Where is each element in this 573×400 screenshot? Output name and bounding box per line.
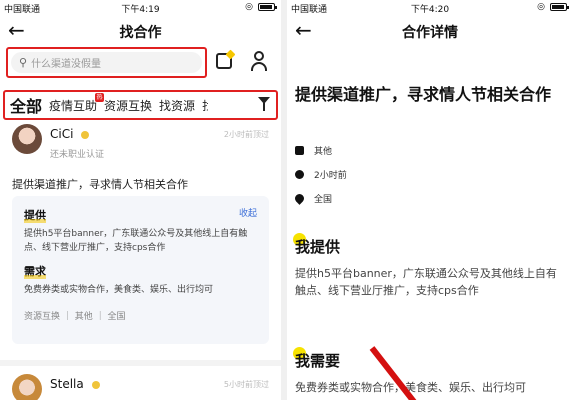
offer-text: 提供h5平台banner，广东联通公众号及其他线上自有触点、线下营业厅推广，支持… <box>24 229 248 253</box>
right-screen: 中国联通 下午4:20 ◎ ← 合作详情 提供渠道推广，寻求情人节相关合作 其他… <box>287 0 573 400</box>
divider <box>0 360 281 366</box>
rotation-lock-icon: ◎ <box>245 2 253 12</box>
list-item[interactable]: Stella 5小时前顶过 <box>0 372 281 400</box>
need-heading: 我需要 <box>293 347 340 371</box>
tab-epidemic-help[interactable]: 疫情互助热 <box>49 92 105 114</box>
user-name: Stella <box>50 377 100 391</box>
post-title: 提供渠道推广，寻求情人节相关合作 <box>12 178 188 191</box>
post-card: 提供 收起 提供h5平台banner，广东联通公众号及其他线上自有触点、线下营业… <box>12 196 269 344</box>
tab-epidemic-help-label: 疫情互助 <box>49 98 98 113</box>
battery-icon <box>550 3 569 11</box>
search-input[interactable]: ⚲ 什么渠道没假量 <box>11 52 202 73</box>
tab-more[interactable]: 找 <box>202 97 208 114</box>
detail-title: 提供渠道推广，寻求情人节相关合作 <box>295 85 552 104</box>
need-text: 免费券类或实物合作，美食类、娱乐、出行均可 <box>24 285 214 295</box>
gold-badge-icon <box>81 130 90 139</box>
need-heading: 需求 <box>24 265 46 279</box>
publish-edit-icon[interactable] <box>216 53 232 69</box>
page-title: 合作详情 <box>402 25 458 41</box>
gold-badge-icon <box>91 380 100 389</box>
hot-badge: 热 <box>95 92 105 102</box>
meta-type: 其他 <box>295 144 332 157</box>
tab-resource-exchange[interactable]: 资源互换 <box>104 97 152 114</box>
offer-heading: 我提供 <box>293 233 340 257</box>
avatar <box>12 374 42 400</box>
tab-find-resource[interactable]: 找资源 <box>159 97 195 114</box>
search-highlight-box: ⚲ 什么渠道没假量 <box>6 47 207 78</box>
post-tags: 资源互换 ｜ 其他 ｜ 全国 <box>24 312 126 322</box>
page-title: 找合作 <box>119 25 162 41</box>
status-bar: 中国联通 下午4:20 ◎ <box>287 0 573 16</box>
nav-bar: ← 找合作 <box>0 16 281 46</box>
avatar <box>12 124 42 154</box>
filter-icon[interactable] <box>258 97 272 113</box>
left-screen: 中国联通 下午4:19 ◎ ← 找合作 ⚲ 什么渠道没假量 全部 疫情互助热 资… <box>0 0 281 400</box>
certification-status: 还未职业认证 <box>50 150 105 160</box>
clock-icon <box>295 170 304 179</box>
profile-icon[interactable] <box>250 51 268 71</box>
clock: 下午4:19 <box>121 5 160 15</box>
rotation-lock-icon: ◎ <box>537 2 545 12</box>
status-bar: 中国联通 下午4:19 ◎ <box>0 0 281 16</box>
search-placeholder: 什么渠道没假量 <box>31 59 102 70</box>
clock: 下午4:20 <box>410 5 450 15</box>
meta-time: 2小时前 <box>295 168 347 181</box>
post-time: 2小时前顶过 <box>223 130 269 139</box>
nav-bar: ← 合作详情 <box>287 16 573 46</box>
meta-region: 全国 <box>293 192 332 205</box>
battery-icon <box>258 3 277 11</box>
search-icon: ⚲ <box>19 56 28 69</box>
lock-icon <box>295 146 304 155</box>
collapse-link[interactable]: 收起 <box>239 206 257 219</box>
offer-heading: 提供 <box>24 209 46 223</box>
user-name: CiCi <box>50 127 90 141</box>
need-text: 免费券类或实物合作，美食类、娱乐、出行均可 <box>295 381 526 394</box>
tab-all[interactable]: 全部 <box>10 93 42 117</box>
category-tabs: 全部 疫情互助热 资源互换 找资源 找 <box>3 90 278 120</box>
offer-text: 提供h5平台banner，广东联通公众号及其他线上自有触点、线下营业厅推广，支持… <box>295 267 557 297</box>
list-item[interactable]: CiCi 还未职业认证 2小时前顶过 提供渠道推广，寻求情人节相关合作 提供 收… <box>0 124 281 354</box>
post-time: 5小时前顶过 <box>223 380 269 389</box>
location-icon <box>293 192 306 205</box>
